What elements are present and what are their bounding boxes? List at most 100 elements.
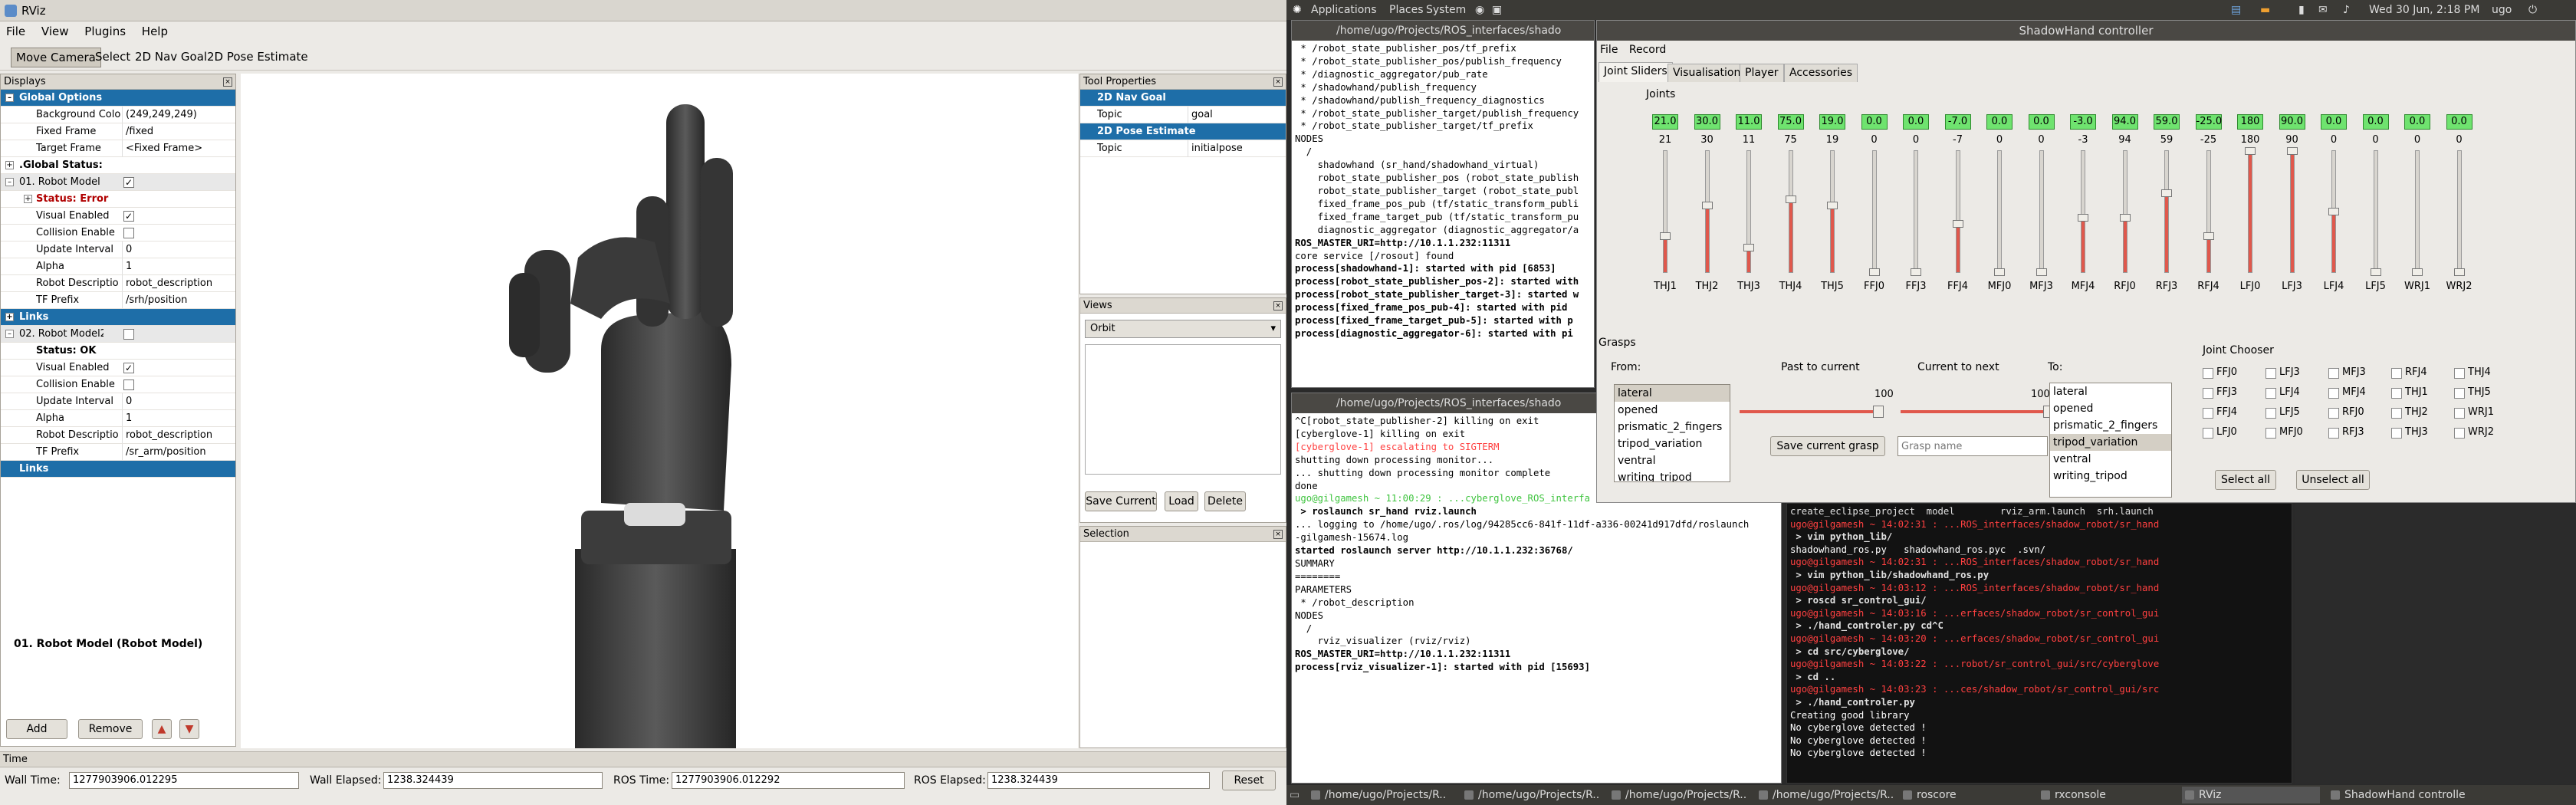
display-row[interactable]: TF Prefix/sr_arm/position	[1, 444, 235, 461]
menu-plugins[interactable]: Plugins	[84, 25, 126, 38]
joint-slider-thumb[interactable]	[2161, 189, 2172, 198]
joint-slider-thumb[interactable]	[1827, 202, 1838, 210]
display-row[interactable]: TF Prefix/srh/position	[1, 292, 235, 309]
save-current-view-button[interactable]: Save Current	[1085, 491, 1157, 511]
joint-slider-track[interactable]	[1827, 150, 1838, 273]
display-checkbox[interactable]	[123, 228, 134, 238]
joint-chooser-checkbox[interactable]: LFJ0	[2203, 426, 2237, 439]
display-value[interactable]: 1	[122, 410, 235, 426]
joint-chooser-checkbox[interactable]: THJ4	[2454, 366, 2491, 380]
display-row[interactable]: Visual Enabled ✓	[1, 360, 235, 376]
display-row[interactable]: Alpha 1	[1, 410, 235, 427]
display-row[interactable]: + Status: Error	[1, 191, 235, 208]
display-value[interactable]: /srh/position	[122, 292, 235, 308]
power-icon[interactable]: ⏻	[2528, 0, 2537, 20]
joint-chooser-checkbox[interactable]: FFJ3	[2203, 386, 2237, 399]
nav-goal-topic-row[interactable]: Topic goal	[1080, 107, 1286, 123]
applications-menu[interactable]: Applications	[1311, 0, 1377, 20]
to-grasp-list[interactable]: lateral opened prismatic_2_fingers tripod_v…	[2049, 383, 2172, 498]
joint-slider-thumb[interactable]	[2203, 232, 2214, 240]
select-tool-button[interactable]: Select	[90, 48, 135, 67]
menu-file[interactable]: File	[6, 25, 25, 38]
display-value[interactable]: 1	[122, 258, 235, 274]
taskbar-item[interactable]: ShadowHand controller	[2328, 787, 2466, 803]
joint-slider-thumb[interactable]	[2453, 268, 2465, 276]
menu-view[interactable]: View	[41, 25, 69, 38]
taskbar-item[interactable]: /home/ugo/Projects/R...	[1461, 787, 1599, 803]
grasp-list-item[interactable]: writing_tripod	[1615, 469, 1730, 481]
display-row[interactable]: – Global Options	[1, 90, 235, 107]
joint-slider-track[interactable]	[1868, 150, 1880, 276]
user-name[interactable]: ugo	[2492, 0, 2512, 20]
grasp-list-item[interactable]: tripod_variation	[1615, 435, 1730, 452]
display-value[interactable]: 0	[122, 242, 235, 258]
display-value[interactable]: <Fixed Frame>	[122, 140, 235, 156]
grasp-list-item[interactable]: tripod_variation	[2050, 434, 2171, 451]
joint-slider-track[interactable]	[2245, 147, 2256, 273]
display-row[interactable]: –02. Robot Model2 (	[1, 326, 235, 343]
terminal-window-1[interactable]: /home/ugo/Projects/ROS_interfaces/shado …	[1291, 20, 1595, 388]
slider-thumb[interactable]	[1873, 406, 1884, 418]
update-icon[interactable]: ▬	[2260, 0, 2270, 20]
move-camera-button[interactable]: Move Camera	[11, 48, 101, 67]
joint-slider-thumb[interactable]	[1952, 219, 1963, 228]
collapse-icon[interactable]: –	[5, 330, 14, 338]
grasp-list-item[interactable]: lateral	[1615, 385, 1730, 402]
network-icon[interactable]: ▤	[2231, 0, 2241, 20]
expand-icon[interactable]: +	[24, 195, 32, 203]
pose-estimate-section[interactable]: 2D Pose Estimate	[1080, 123, 1286, 140]
display-checkbox[interactable]: ✓	[123, 177, 134, 188]
display-value[interactable]: robot_description	[122, 275, 235, 291]
delete-view-button[interactable]: Delete	[1204, 491, 1246, 511]
pose-estimate-topic-row[interactable]: Topic initialpose	[1080, 140, 1286, 157]
joint-chooser-checkbox[interactable]: WRJ1	[2454, 406, 2494, 419]
joint-slider-thumb[interactable]	[2245, 147, 2256, 155]
grasp-list-item[interactable]: opened	[2050, 400, 2171, 417]
display-row[interactable]: Fixed Frame/fixed	[1, 123, 235, 140]
firefox-icon[interactable]: ◉	[1475, 0, 1484, 20]
display-row[interactable]: Update Interval 0	[1, 242, 235, 258]
joint-slider-thumb[interactable]	[1743, 244, 1754, 252]
shadowhand-titlebar[interactable]: ShadowHand controller	[1597, 21, 2575, 41]
joint-slider-thumb[interactable]	[1785, 196, 1796, 204]
grasp-name-field[interactable]	[1898, 436, 2048, 456]
saved-views-list[interactable]	[1085, 344, 1281, 475]
menu-help[interactable]: Help	[142, 25, 168, 38]
joint-slider-thumb[interactable]	[2328, 208, 2339, 215]
joint-slider-track[interactable]	[2412, 150, 2423, 276]
past-to-current-slider[interactable]	[1740, 410, 1884, 413]
ros-elapsed-field[interactable]: 1238.324439	[987, 772, 1210, 789]
joint-chooser-checkbox[interactable]: FFJ0	[2203, 366, 2237, 380]
clock[interactable]: Wed 30 Jun, 2:18 PM	[2369, 0, 2479, 20]
joint-slider-track[interactable]	[1743, 150, 1754, 273]
joint-chooser-checkbox[interactable]: LFJ3	[2266, 366, 2300, 380]
joint-slider-track[interactable]	[2286, 147, 2298, 273]
display-value[interactable]: robot_description	[122, 427, 235, 443]
joint-slider-track[interactable]	[1701, 150, 1713, 273]
joint-slider-thumb[interactable]	[2119, 213, 2131, 222]
joint-slider-track[interactable]	[2119, 150, 2131, 273]
close-icon[interactable]: ×	[223, 77, 232, 87]
taskbar-item[interactable]: /home/ugo/Projects/R...	[1608, 787, 1746, 803]
taskbar-item[interactable]: /home/ugo/Projects/R...	[1756, 787, 1894, 803]
tab-accessories[interactable]: Accessories	[1784, 64, 1858, 82]
display-row[interactable]: Links	[1, 461, 235, 478]
joint-slider-thumb[interactable]	[1868, 268, 1880, 276]
remove-display-button[interactable]: Remove	[78, 719, 143, 739]
joint-chooser-checkbox[interactable]: RFJ0	[2328, 406, 2364, 419]
mail-icon[interactable]: ✉	[2318, 0, 2328, 20]
joint-chooser-checkbox[interactable]: MFJ4	[2328, 386, 2366, 399]
add-display-button[interactable]: Add	[6, 719, 67, 739]
pose-estimate-button[interactable]: 2D Pose Estimate	[202, 48, 313, 67]
grasp-list-item[interactable]: prismatic_2_fingers	[1615, 419, 1730, 435]
grasp-list-item[interactable]: ventral	[2050, 451, 2171, 468]
places-menu[interactable]: Places	[1389, 0, 1424, 20]
terminal-window-3[interactable]: create_eclipse_project model rviz_arm.la…	[1786, 503, 2292, 784]
joint-slider-track[interactable]	[2370, 150, 2381, 276]
display-value[interactable]: (249,249,249)	[122, 107, 235, 123]
joint-chooser-checkbox[interactable]: THJ5	[2454, 386, 2491, 399]
property-value[interactable]: initialpose	[1188, 140, 1243, 157]
property-value[interactable]: goal	[1188, 107, 1213, 123]
joint-slider-track[interactable]	[1952, 150, 1963, 273]
joint-slider-thumb[interactable]	[1660, 232, 1671, 240]
